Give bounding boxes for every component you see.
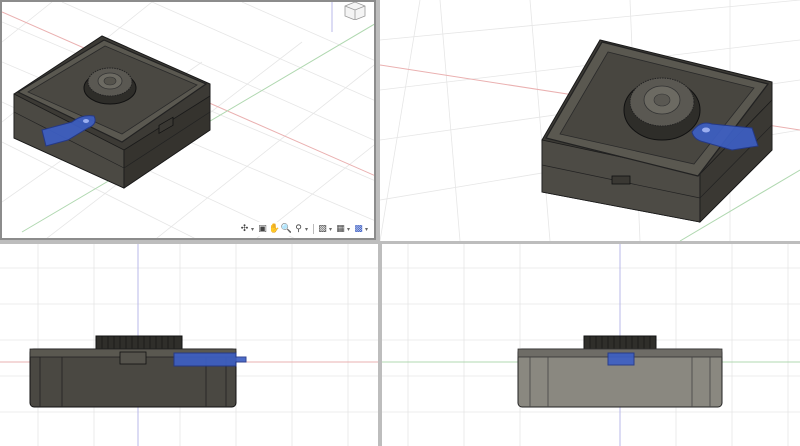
viewport-bottom-left[interactable]	[0, 244, 378, 446]
display-settings-icon[interactable]: ▧	[317, 223, 328, 235]
viewport-top-left[interactable]: ✣ ▾ ▣ ✋ 🔍 ⚲ ▾ ▧ ▾ ▦ ▾ ▩ ▾	[0, 0, 376, 240]
perspective-canvas-tl[interactable]	[2, 2, 376, 240]
model-body-tl[interactable]	[13, 35, 211, 189]
model-body-side[interactable]	[517, 335, 723, 408]
side-canvas[interactable]	[382, 244, 800, 446]
front-canvas[interactable]	[0, 244, 378, 446]
grid	[0, 244, 378, 446]
highlighted-tab[interactable]	[607, 352, 635, 366]
perspective-canvas-tr[interactable]	[380, 0, 800, 241]
grid-settings-icon[interactable]: ▦	[335, 223, 346, 235]
navigation-toolbar: ✣ ▾ ▣ ✋ 🔍 ⚲ ▾ ▧ ▾ ▦ ▾ ▩ ▾	[239, 222, 370, 236]
look-at-icon[interactable]: ▣	[257, 223, 268, 235]
highlighted-tab[interactable]	[173, 352, 247, 367]
viewport-top-right[interactable]	[380, 0, 800, 241]
chevron-down-icon[interactable]: ▾	[365, 226, 370, 233]
zoom-icon[interactable]: 🔍	[281, 223, 292, 235]
fit-icon[interactable]: ⚲	[293, 223, 304, 235]
viewports-icon[interactable]: ▩	[353, 223, 364, 235]
model-body-tr[interactable]	[541, 39, 773, 223]
pan-icon[interactable]: ✋	[269, 223, 280, 235]
view-cube[interactable]	[340, 0, 370, 20]
chevron-down-icon[interactable]: ▾	[347, 226, 352, 233]
toolbar-divider	[313, 224, 314, 234]
chevron-down-icon[interactable]: ▾	[305, 226, 310, 233]
viewport-bottom-right[interactable]	[382, 244, 800, 446]
model-body-front[interactable]	[29, 335, 247, 408]
chevron-down-icon[interactable]: ▾	[329, 226, 334, 233]
orbit-icon[interactable]: ✣	[239, 223, 250, 235]
chevron-down-icon[interactable]: ▾	[251, 226, 256, 233]
